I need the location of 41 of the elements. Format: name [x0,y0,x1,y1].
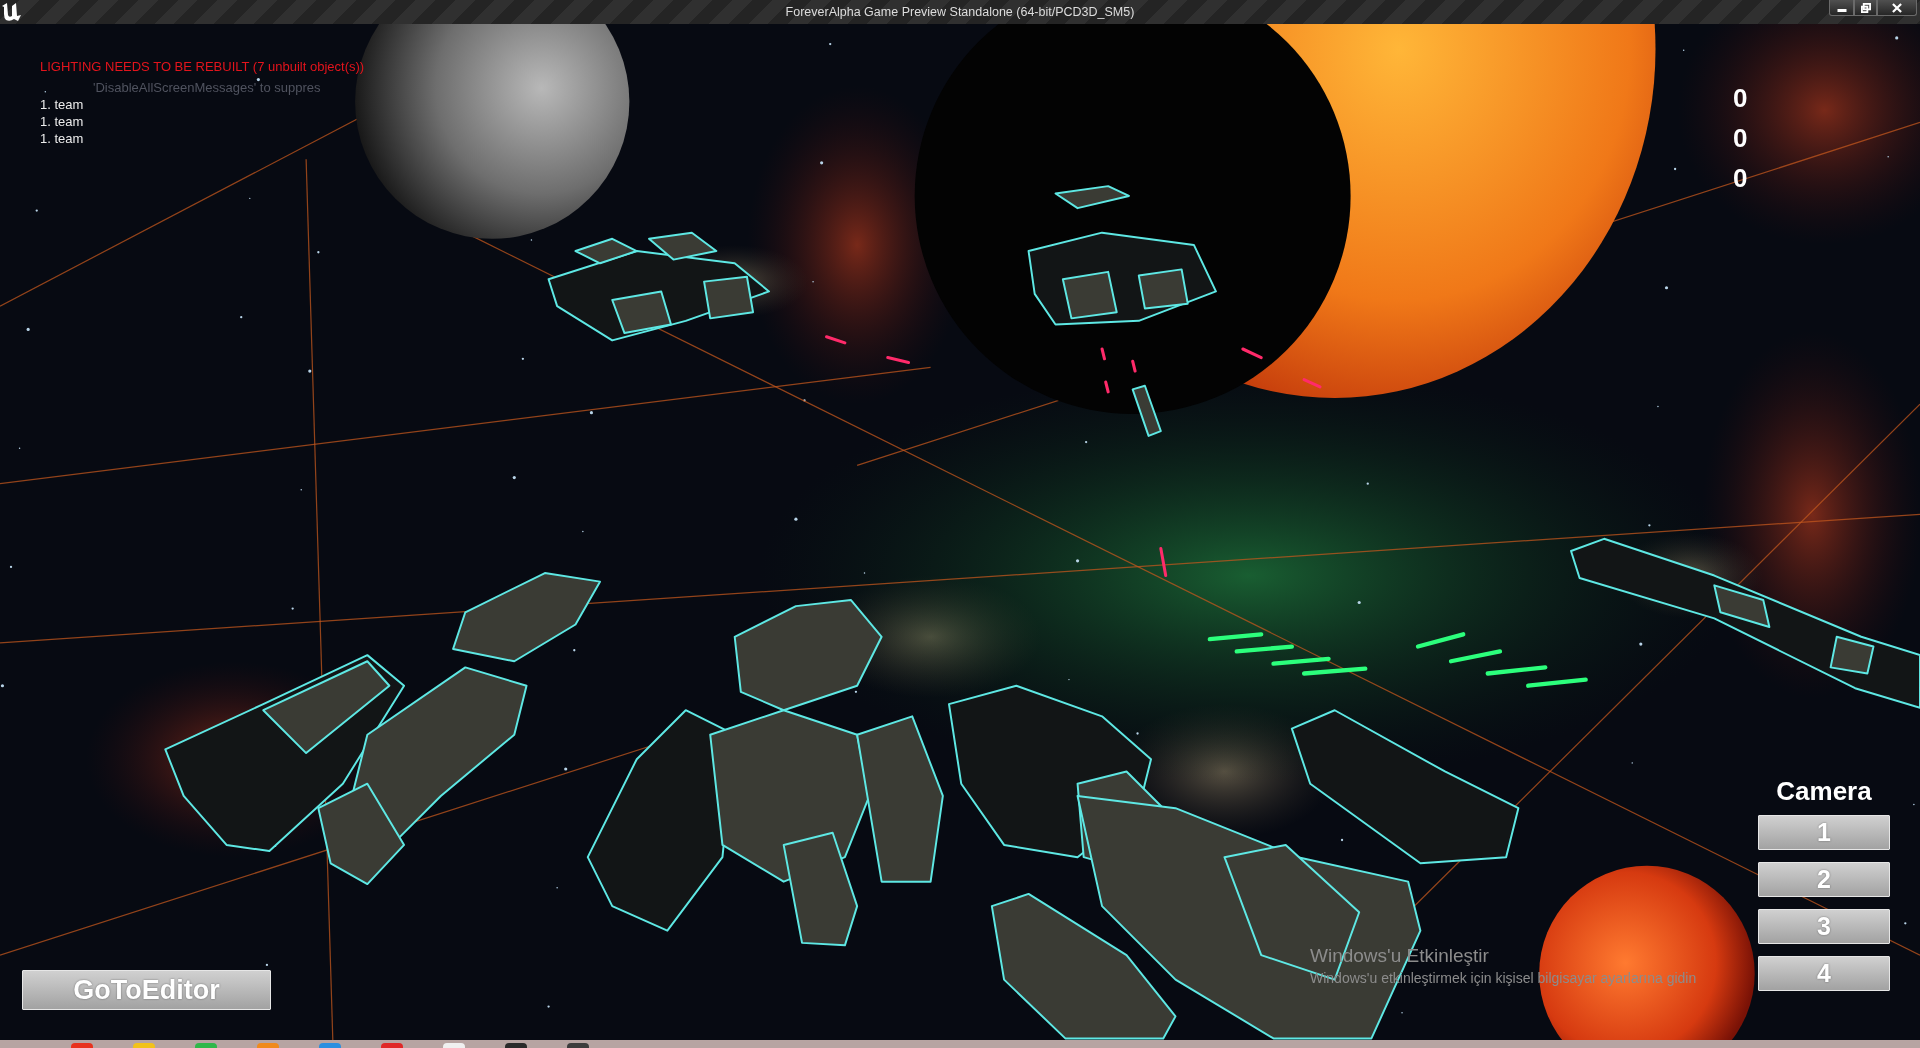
score-value: 0 [1733,122,1748,155]
team-list-item: 1. team [40,113,85,130]
go-to-editor-button[interactable]: GoToEditor [22,970,271,1010]
laser-bolt [1234,644,1294,654]
laser-bolt [1301,666,1368,676]
laser-bolt [1207,632,1264,642]
laser-bolt [1271,656,1331,666]
close-icon [1892,2,1902,13]
restore-button[interactable] [1854,0,1877,16]
laser-bolt [1415,632,1466,649]
laser-bolt [1100,347,1106,361]
score-value: 0 [1733,82,1748,115]
laser-bolt [1104,380,1110,394]
laser-bolt [1485,665,1548,676]
camera-button[interactable]: 1 [1758,815,1890,850]
laser-bolt [825,335,847,345]
camera-button[interactable]: 3 [1758,909,1890,944]
team-list-item: 1. team [40,96,85,113]
close-button[interactable] [1877,0,1917,16]
laser-bolt [1448,649,1503,664]
laser-bolt [886,356,911,364]
suppress-hint-text: 'DisableAllScreenMessages' to suppres [93,79,322,96]
lighting-warning-text: LIGHTING NEEDS TO BE REBUILT (7 unbuilt object(s)) [40,58,365,75]
laser-bolt [1302,378,1322,389]
score-value: 0 [1733,162,1748,195]
camera-label: Camera [1775,776,1873,806]
minimize-button[interactable] [1829,0,1854,16]
laser-bolt [1131,359,1137,373]
taskbar-app-icon[interactable] [505,1043,527,1048]
laser-bolt [1159,547,1168,578]
minimize-icon [1836,8,1847,12]
engine-logo-icon [1,2,23,22]
team-list-item: 1. team [40,130,85,147]
laser-bolt [1241,347,1263,360]
laser-bolt [1526,677,1588,688]
camera-button[interactable]: 2 [1758,862,1890,897]
window-title: ForeverAlpha Game Preview Standalone (64-bit/PCD3D_SM5) [785,5,1135,19]
camera-button[interactable]: 4 [1758,956,1890,991]
taskbar-app-icon[interactable] [567,1043,589,1048]
restore-icon [1860,2,1871,13]
taskbar-app-icon[interactable] [443,1043,465,1048]
